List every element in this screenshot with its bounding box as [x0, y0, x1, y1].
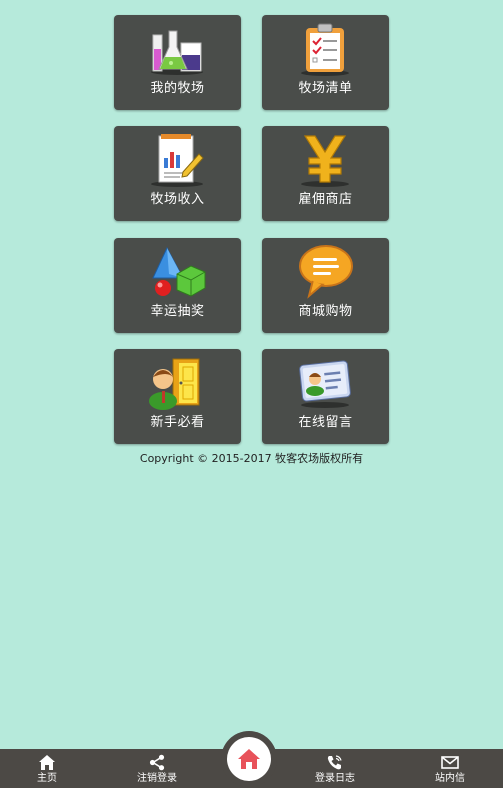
tile-beginner-guide[interactable]: 新手必看 [114, 349, 241, 444]
lab-flask-icon [147, 21, 207, 77]
copyright-text: Copyright © 2015-2017 牧客农场版权所有 [139, 452, 364, 465]
share-icon [149, 754, 165, 771]
nav-label: 注销登录 [137, 773, 177, 784]
tile-label: 我的牧场 [150, 81, 205, 96]
tile-farm-list[interactable]: 牧场清单 [262, 15, 389, 110]
tile-farm-income[interactable]: 牧场收入 [114, 126, 241, 221]
phone-icon [327, 755, 342, 770]
tile-lucky-draw[interactable]: 幸运抽奖 [114, 238, 241, 333]
tile-label: 幸运抽奖 [150, 304, 205, 319]
clipboard-checklist-icon [295, 21, 355, 77]
tile-label: 雇佣商店 [298, 192, 353, 207]
center-home-button[interactable] [221, 731, 277, 787]
shapes-lottery-icon [147, 244, 207, 300]
tile-my-farm[interactable]: 我的牧场 [114, 15, 241, 110]
chat-bubble-icon [295, 244, 355, 300]
home-icon [39, 755, 55, 770]
tile-hire-shop[interactable]: 雇佣商店 [262, 126, 389, 221]
tile-label: 牧场收入 [150, 192, 205, 207]
tile-label: 新手必看 [150, 415, 205, 430]
yen-icon [295, 132, 355, 188]
nav-logout[interactable]: 注销登录 [112, 749, 202, 788]
person-door-icon [147, 355, 207, 411]
home-icon [238, 749, 260, 769]
tile-label: 牧场清单 [298, 81, 353, 96]
tile-label: 商城购物 [298, 304, 353, 319]
nav-label: 登录日志 [315, 773, 355, 784]
nav-login-log[interactable]: 登录日志 [290, 749, 380, 788]
tile-label: 在线留言 [298, 415, 353, 430]
mail-icon [441, 756, 459, 769]
nav-label: 主页 [37, 773, 57, 784]
tile-online-message[interactable]: 在线留言 [262, 349, 389, 444]
report-chart-icon [147, 132, 207, 188]
center-home-circle [227, 737, 271, 781]
nav-inbox[interactable]: 站内信 [405, 749, 495, 788]
nav-home[interactable]: 主页 [2, 749, 92, 788]
contact-card-icon [295, 355, 355, 411]
nav-label: 站内信 [435, 773, 465, 784]
tile-mall-shopping[interactable]: 商城购物 [262, 238, 389, 333]
